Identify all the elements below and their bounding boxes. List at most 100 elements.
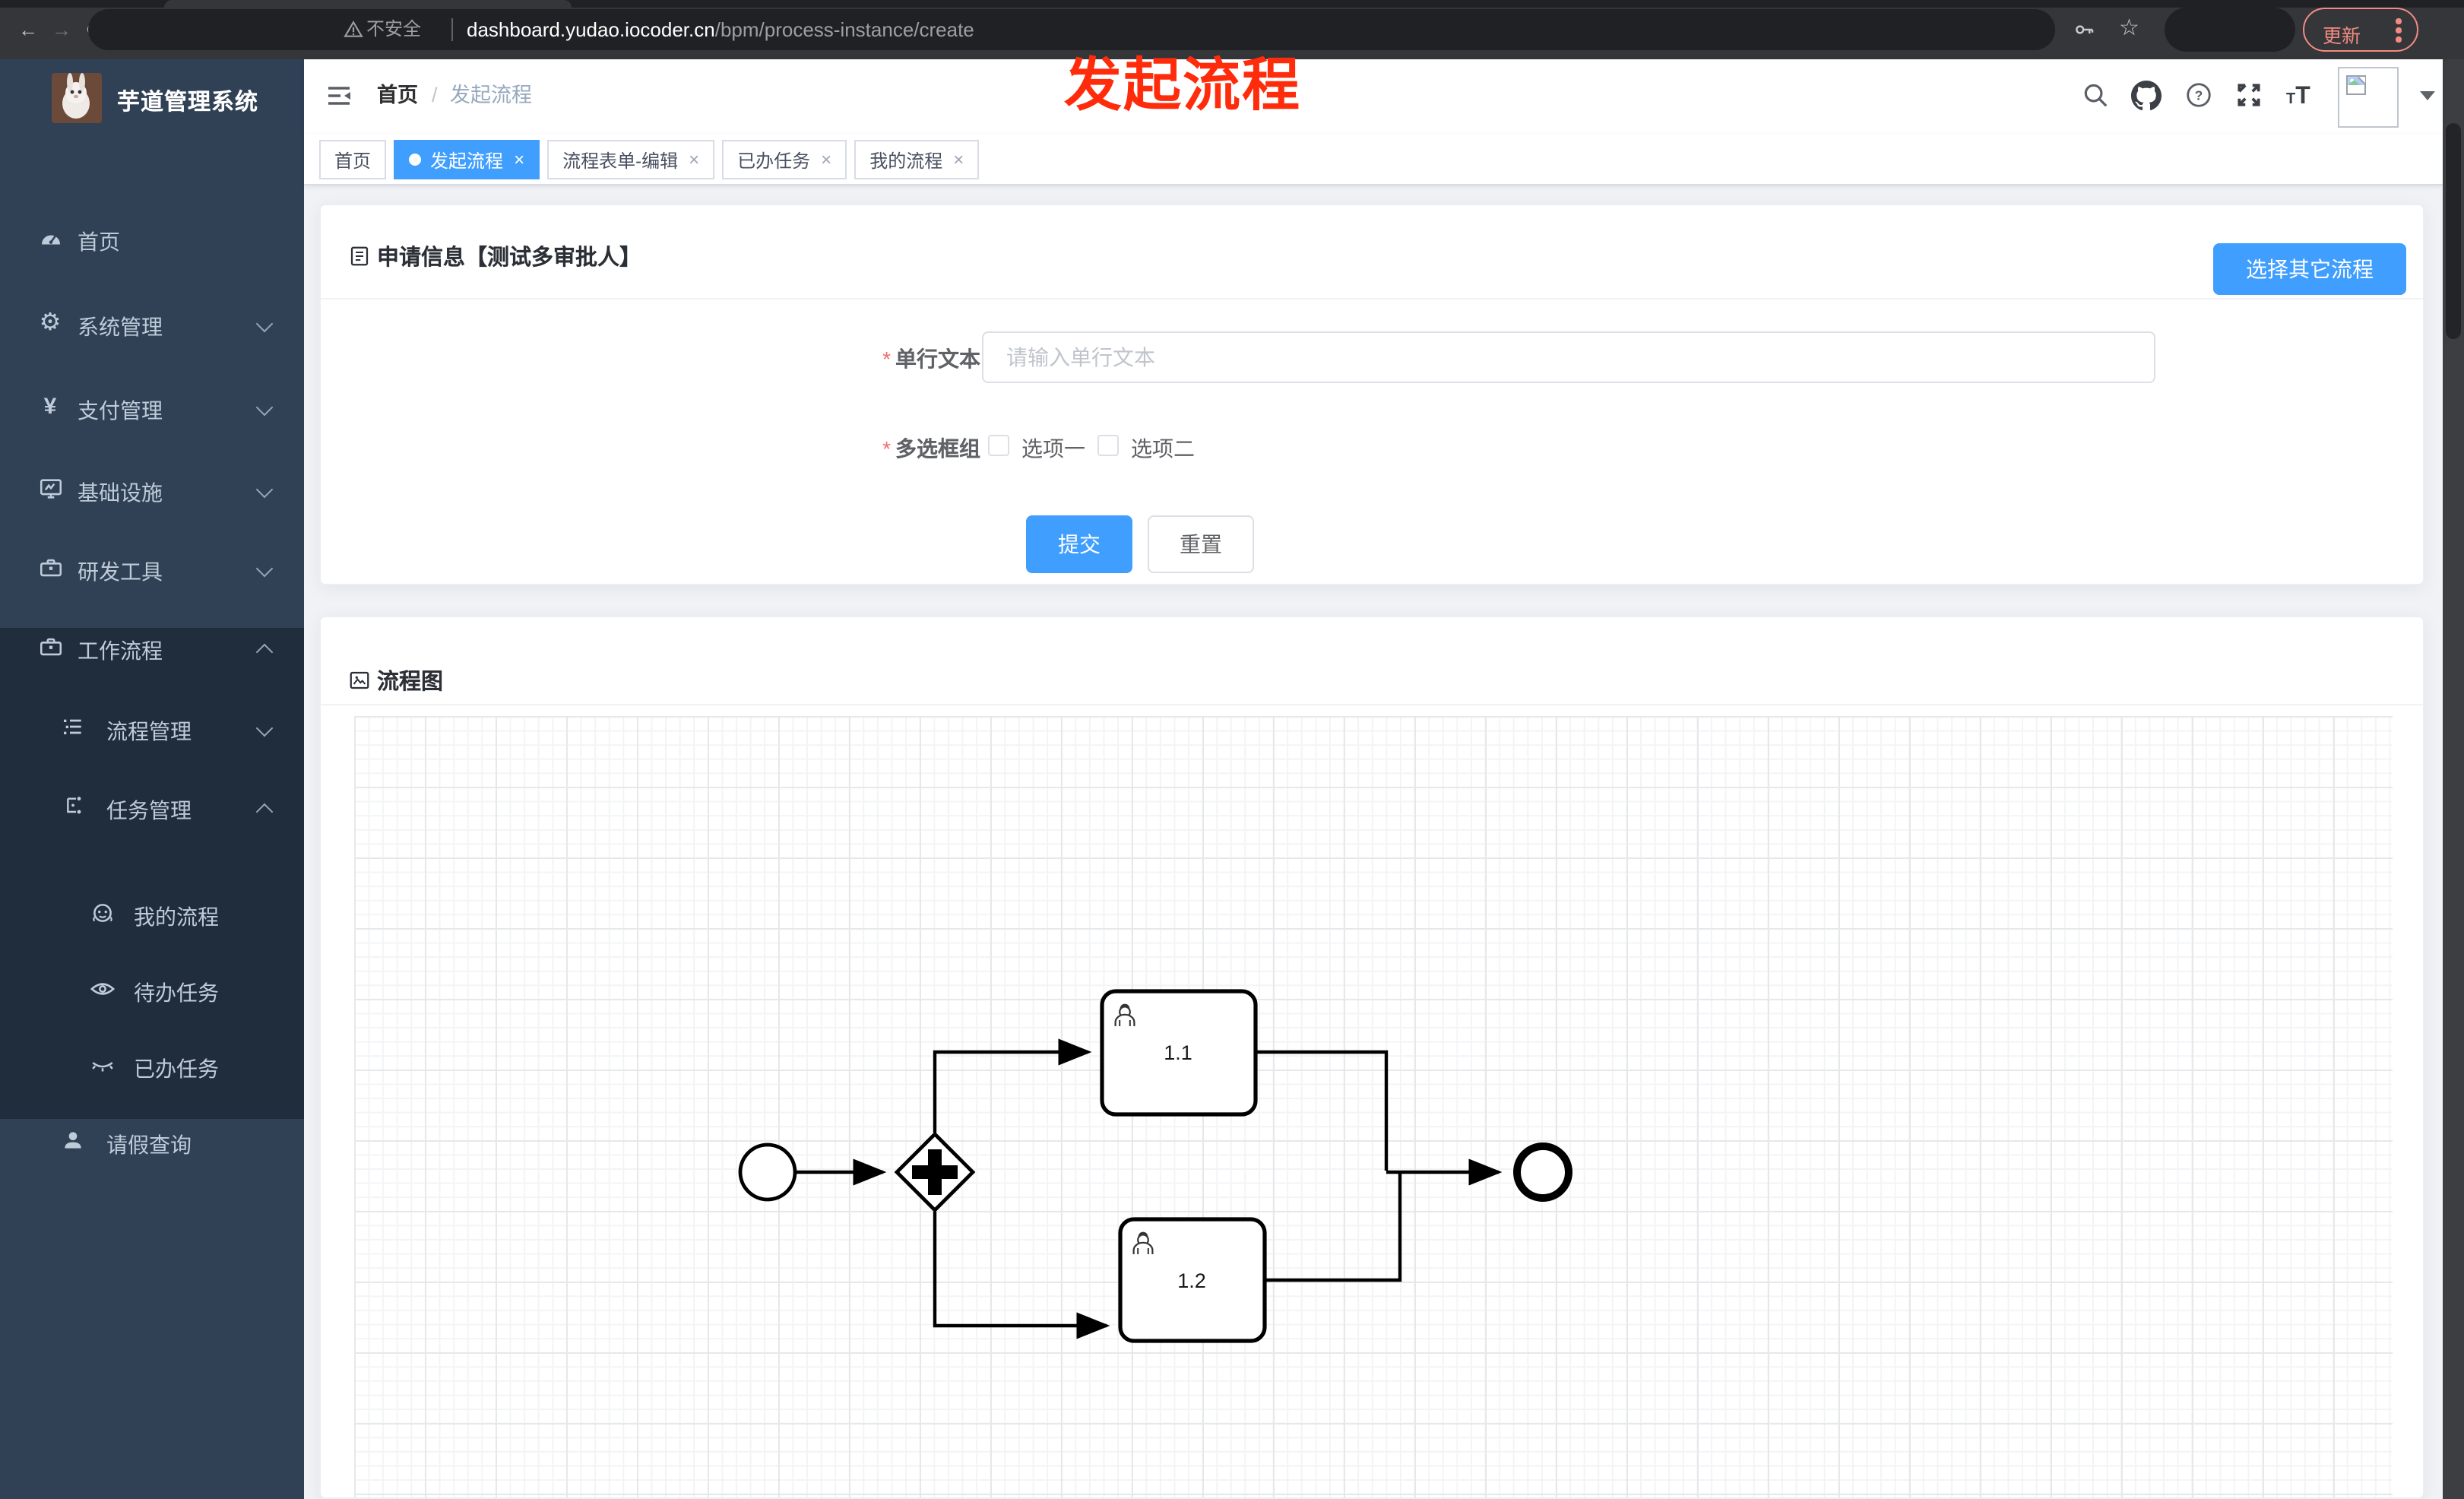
sidebar-item-task-mgmt[interactable]: 任务管理 [0, 769, 304, 845]
close-icon[interactable]: × [689, 151, 699, 169]
briefcase-icon [36, 634, 64, 661]
bookmark-star-icon[interactable]: ☆ [2119, 17, 2139, 40]
checkbox-option-1-label[interactable]: 选项一 [1021, 433, 1085, 464]
sidebar-item-my-process[interactable]: 我的流程 [0, 876, 304, 952]
breadcrumb-separator: / [432, 84, 438, 106]
forward-icon[interactable]: → [52, 20, 71, 40]
task-1-label: 1.1 [1164, 1041, 1192, 1064]
not-secure-warning-icon [344, 20, 363, 47]
active-dot [409, 154, 422, 166]
app-logo[interactable] [52, 73, 102, 123]
checkbox-option-2-label[interactable]: 选项二 [1131, 433, 1195, 464]
end-event[interactable] [1513, 1142, 1572, 1202]
key-icon[interactable] [2073, 18, 2096, 49]
app-window: ← → ⟳ ⌂ 不安全 dashboard.yudao.iocoder.cn/b… [0, 0, 2464, 1499]
eye-closed-icon [88, 1052, 116, 1079]
github-icon[interactable] [2131, 81, 2162, 111]
chevron-up-icon [255, 643, 274, 661]
flow-diagram-card: 流程图 1.1 1.2 [319, 616, 2424, 1499]
flow-gateway-to-task2 [933, 1212, 1110, 1339]
tab-form-edit[interactable]: 流程表单-编辑 × [547, 140, 715, 179]
avatar-dropdown-caret[interactable] [2420, 91, 2435, 100]
checkbox-option-1[interactable] [988, 435, 1009, 456]
list-icon [59, 715, 87, 742]
back-icon[interactable]: ← [18, 20, 38, 40]
tree-icon [59, 794, 87, 821]
start-event[interactable] [738, 1142, 797, 1202]
card-divider [321, 298, 2423, 299]
url-host: dashboard.yudao.iocoder.cn [467, 18, 715, 41]
page-scrollbar-thumb[interactable] [2446, 123, 2461, 339]
dashboard-icon [36, 225, 64, 252]
chevron-down-icon [255, 480, 274, 499]
close-icon[interactable]: × [953, 151, 964, 169]
tab-done-tasks[interactable]: 已办任务 × [722, 140, 847, 179]
image-icon [350, 671, 369, 689]
search-icon[interactable] [2081, 81, 2111, 111]
chevron-down-icon [255, 559, 274, 578]
bpmn-diagram: 1.1 1.2 [738, 989, 1572, 1343]
sidebar-item-home[interactable]: 首页 [0, 201, 304, 277]
font-size-icon[interactable]: TT [2286, 84, 2310, 111]
browser-active-tab[interactable] [164, 0, 572, 8]
sidebar-item-workflow[interactable]: 工作流程 [0, 610, 304, 686]
app-title[interactable]: 芋道管理系统 [117, 85, 258, 117]
apply-info-title: 申请信息【测试多审批人】 [348, 240, 641, 272]
sidebar: 芋道管理系统 首页 ⚙ 系统管理 ¥ 支付管理 基础设施 研发工具 工作流程 流… [0, 59, 304, 1499]
yuan-icon: ¥ [43, 394, 57, 420]
briefcase-icon [36, 555, 64, 582]
sidebar-item-done-tasks[interactable]: 已办任务 [0, 1028, 304, 1104]
update-chip[interactable]: 更新 [2303, 8, 2418, 52]
help-icon[interactable]: ? [2184, 81, 2215, 111]
sidebar-item-process-mgmt[interactable]: 流程管理 [0, 690, 304, 766]
flow-task1-out [1256, 1050, 1389, 1171]
reset-button[interactable]: 重置 [1148, 515, 1254, 573]
checkbox-group-label: * 多选框组 [882, 436, 980, 461]
incognito-badge: 无痕模式 [2165, 8, 2295, 52]
task-2-label: 1.2 [1177, 1269, 1206, 1292]
sidebar-item-payment[interactable]: ¥ 支付管理 [0, 369, 304, 445]
text-field-label: * 单行文本 [882, 347, 980, 371]
sidebar-item-system[interactable]: ⚙ 系统管理 [0, 286, 304, 362]
close-icon[interactable]: × [821, 151, 831, 169]
tab-start-process[interactable]: 发起流程 × [394, 140, 540, 179]
sidebar-item-todo-tasks[interactable]: 待办任务 [0, 952, 304, 1028]
url-divider [451, 18, 453, 41]
not-secure-label[interactable]: 不安全 [366, 19, 421, 40]
flow-gateway-to-task1 [933, 1038, 1092, 1133]
annotation-text: 发起流程 [1064, 55, 1302, 119]
avatar[interactable] [2338, 67, 2399, 128]
sidebar-collapse-icon[interactable] [325, 82, 353, 109]
apply-info-card: 申请信息【测试多审批人】 选择其它流程 *单行文本 *多选框组 选项一 选项二 … [319, 204, 2424, 585]
close-icon[interactable]: × [514, 151, 524, 169]
person-icon [59, 1128, 87, 1155]
chevron-down-icon [255, 719, 274, 737]
browser-menu-icon[interactable] [2396, 18, 2401, 46]
single-line-text-input[interactable] [982, 331, 2155, 383]
page-header [304, 59, 2443, 134]
url-path: /bpm/process-instance/create [714, 18, 974, 41]
chevron-up-icon [255, 803, 274, 821]
page-scrollbar[interactable] [2443, 59, 2464, 1499]
eye-icon [88, 976, 116, 1003]
tab-my-process[interactable]: 我的流程 × [854, 140, 980, 179]
flow-diagram-title: 流程图 [348, 664, 443, 696]
checkbox-option-2[interactable] [1097, 435, 1119, 456]
tab-home[interactable]: 首页 [319, 140, 387, 179]
submit-button[interactable]: 提交 [1026, 515, 1132, 573]
url-text[interactable]: dashboard.yudao.iocoder.cn/bpm/process-i… [467, 18, 974, 41]
fullscreen-icon[interactable] [2234, 81, 2265, 111]
update-label[interactable]: 更新 [2323, 20, 2361, 49]
browser-tabstrip [0, 0, 2464, 8]
card-divider [321, 704, 2423, 705]
tags-view-tabs: 首页 发起流程 × 流程表单-编辑 × 已办任务 × 我的流程 × [319, 140, 980, 179]
breadcrumb-home[interactable]: 首页 [377, 84, 418, 108]
sidebar-item-leave-query[interactable]: 请假查询 [0, 1104, 304, 1180]
gateway-plus-icon [928, 1149, 942, 1195]
choose-other-process-button[interactable]: 选择其它流程 [2213, 243, 2406, 295]
bpmn-canvas[interactable]: 1.1 1.2 [354, 716, 2393, 1497]
flow-task2-out [1265, 1174, 1402, 1282]
robot-face-icon [88, 900, 116, 927]
sidebar-item-infra[interactable]: 基础设施 [0, 452, 304, 528]
sidebar-item-devtools[interactable]: 研发工具 [0, 531, 304, 607]
